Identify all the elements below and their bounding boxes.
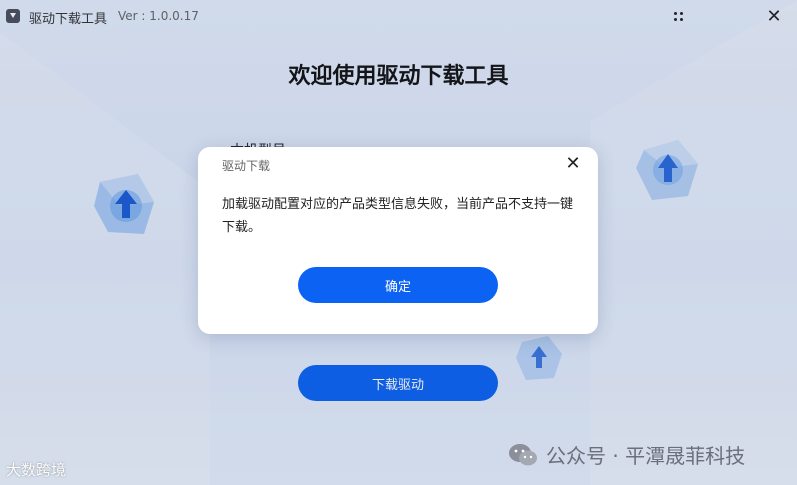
watermark-left-text: 大数跨境 (6, 461, 67, 479)
confirm-button[interactable]: 确定 (298, 267, 498, 303)
watermark-left: 大数跨境 (6, 459, 66, 480)
app-window: 驱动下载工具 Ver : 1.0.0.17 ✕ 欢迎使用驱动下载工具 本机型号 … (0, 0, 797, 485)
dialog-title: 驱动下载 (222, 159, 271, 173)
wechat-icon (509, 443, 537, 465)
watermark-right: 公众号 · 平潭晟菲科技 (508, 440, 745, 469)
error-dialog: 驱动下载 ✕ 加载驱动配置对应的产品类型信息失败，当前产品不支持一键下载。 确定 (198, 147, 598, 334)
watermark-right-text: 公众号 · 平潭晟菲科技 (546, 444, 746, 468)
close-icon[interactable]: ✕ (562, 153, 584, 175)
dialog-message: 加载驱动配置对应的产品类型信息失败，当前产品不支持一键下载。 (222, 197, 574, 235)
